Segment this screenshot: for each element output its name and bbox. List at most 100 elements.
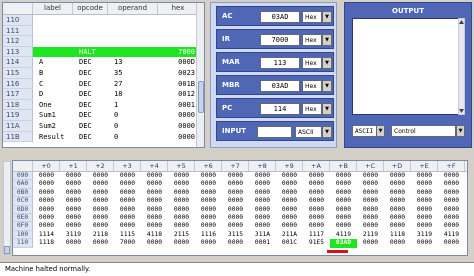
program-row-operand[interactable]: 0 bbox=[108, 110, 158, 121]
memory-cell[interactable]: 0000 bbox=[33, 197, 60, 205]
memory-cell[interactable]: 0000 bbox=[114, 222, 141, 230]
program-row-label[interactable]: A bbox=[33, 57, 73, 68]
program-row-label[interactable] bbox=[33, 26, 73, 37]
memory-cell[interactable]: 0000 bbox=[276, 172, 303, 180]
register-mbr-format-select[interactable]: Hex bbox=[302, 80, 322, 92]
memory-cell[interactable]: 0000 bbox=[411, 214, 438, 222]
memory-cell[interactable]: 0000 bbox=[168, 206, 195, 214]
memory-cell[interactable]: 0000 bbox=[249, 180, 276, 188]
program-row-opcode[interactable] bbox=[73, 26, 108, 37]
memory-cell[interactable]: 0000 bbox=[384, 180, 411, 188]
memory-cell[interactable]: 0000 bbox=[195, 180, 222, 188]
memory-cell[interactable]: 0000 bbox=[411, 239, 438, 247]
program-row[interactable]: 115 B DEC 35 0023 bbox=[3, 67, 199, 79]
memory-cell[interactable]: 0000 bbox=[438, 222, 465, 230]
memory-cell[interactable]: 0000 bbox=[411, 197, 438, 205]
memory-cell[interactable]: 211A bbox=[276, 231, 303, 239]
memory-cell[interactable]: 4118 bbox=[141, 231, 168, 239]
memory-cell[interactable]: 2115 bbox=[168, 231, 195, 239]
memory-cell[interactable]: 0000 bbox=[438, 206, 465, 214]
memory-cell[interactable]: 0000 bbox=[87, 189, 114, 197]
memory-cell[interactable]: 0000 bbox=[141, 197, 168, 205]
memory-cell[interactable]: 0000 bbox=[87, 206, 114, 214]
memory-cell[interactable]: 0000 bbox=[276, 206, 303, 214]
memory-cell[interactable]: 0000 bbox=[330, 172, 357, 180]
memory-cell[interactable]: 0000 bbox=[438, 180, 465, 188]
memory-cell[interactable]: 1115 bbox=[114, 231, 141, 239]
program-header-operand[interactable]: operand bbox=[108, 3, 158, 14]
memory-cell[interactable]: 0000 bbox=[357, 172, 384, 180]
memory-cell[interactable]: 0000 bbox=[168, 180, 195, 188]
program-row[interactable]: 11A Sum2 DEC 0 0000 bbox=[3, 120, 199, 132]
memory-cell[interactable]: 0000 bbox=[276, 197, 303, 205]
memory-cell[interactable]: 0000 bbox=[384, 197, 411, 205]
memory-cell[interactable]: 0000 bbox=[249, 214, 276, 222]
program-row-hex[interactable]: 0023 bbox=[158, 68, 199, 79]
output-control-dropdown-icon[interactable]: ▼ bbox=[456, 125, 465, 137]
memory-cell[interactable]: 0000 bbox=[60, 189, 87, 197]
memory-cell[interactable]: 0000 bbox=[87, 239, 114, 247]
memory-cell[interactable]: 0000 bbox=[141, 222, 168, 230]
memory-cell[interactable]: 0000 bbox=[87, 180, 114, 188]
memory-cell[interactable]: 311A bbox=[249, 231, 276, 239]
program-row-hex[interactable]: 000D bbox=[158, 57, 199, 68]
register-mbr-value[interactable]: 03AD bbox=[260, 80, 300, 92]
memory-cell[interactable]: 0000 bbox=[357, 206, 384, 214]
memory-cell[interactable]: 0000 bbox=[222, 214, 249, 222]
memory-cell[interactable]: 0000 bbox=[330, 222, 357, 230]
program-row-operand[interactable] bbox=[108, 15, 158, 26]
program-row-operand[interactable]: 0 bbox=[108, 132, 158, 143]
memory-cell[interactable]: 0000 bbox=[141, 206, 168, 214]
program-row[interactable]: 116 C DEC 27 001B bbox=[3, 78, 199, 90]
program-row[interactable]: 117 D DEC 18 0012 bbox=[3, 89, 199, 100]
memory-cell[interactable]: 2118 bbox=[87, 231, 114, 239]
output-format-select[interactable]: ASCII bbox=[352, 125, 377, 137]
program-row-hex[interactable]: 7000 bbox=[158, 46, 199, 58]
memory-cell[interactable]: 0000 bbox=[249, 172, 276, 180]
memory-cell[interactable]: 0000 bbox=[195, 189, 222, 197]
memory-cell[interactable]: 0000 bbox=[384, 214, 411, 222]
program-row-operand[interactable]: 0 bbox=[108, 121, 158, 132]
memory-cell[interactable]: 0000 bbox=[276, 189, 303, 197]
memory-cell[interactable]: 001C bbox=[276, 239, 303, 247]
register-input-format-select[interactable]: ASCII bbox=[295, 126, 322, 138]
memory-cell[interactable]: 0000 bbox=[276, 222, 303, 230]
program-row-operand[interactable]: 27 bbox=[108, 79, 158, 90]
register-ac-value[interactable]: 03AD bbox=[260, 11, 300, 23]
program-row-operand[interactable] bbox=[108, 46, 158, 58]
memory-cell[interactable]: 0000 bbox=[168, 189, 195, 197]
memory-cell[interactable]: 0000 bbox=[330, 197, 357, 205]
memory-cell[interactable]: 0000 bbox=[438, 239, 465, 247]
memory-cell[interactable]: 0000 bbox=[303, 197, 330, 205]
program-row[interactable]: 111 bbox=[3, 25, 199, 37]
memory-cell[interactable]: 7000 bbox=[114, 239, 141, 247]
program-row-hex[interactable]: 0012 bbox=[158, 89, 199, 100]
program-row-opcode[interactable]: DEC bbox=[73, 100, 108, 111]
program-row-opcode[interactable]: DEC bbox=[73, 68, 108, 79]
memory-cell[interactable]: 0000 bbox=[33, 206, 60, 214]
memory-cell[interactable]: 0000 bbox=[60, 197, 87, 205]
memory-cell[interactable]: 0000 bbox=[114, 180, 141, 188]
memory-cell[interactable]: 0000 bbox=[141, 172, 168, 180]
memory-cell[interactable]: 4119 bbox=[438, 231, 465, 239]
memory-cell[interactable]: 0000 bbox=[195, 222, 222, 230]
memory-cell[interactable]: 0000 bbox=[303, 180, 330, 188]
memory-cell[interactable]: 3115 bbox=[222, 231, 249, 239]
memory-cell[interactable]: 0000 bbox=[222, 239, 249, 247]
memory-cell[interactable]: 0000 bbox=[141, 239, 168, 247]
chevron-down-icon[interactable]: ▼ bbox=[322, 103, 332, 115]
register-ir-value[interactable]: 7000 bbox=[260, 34, 300, 46]
memory-cell[interactable]: 4119 bbox=[330, 231, 357, 239]
memory-cell[interactable]: 3119 bbox=[60, 231, 87, 239]
memory-cell[interactable]: 0000 bbox=[33, 222, 60, 230]
memory-cell[interactable]: 0000 bbox=[222, 189, 249, 197]
program-row-hex[interactable]: 0000 bbox=[158, 121, 199, 132]
output-format-dropdown-icon[interactable]: ▼ bbox=[376, 125, 385, 137]
program-row-hex[interactable]: 0000 bbox=[158, 132, 199, 143]
program-row-operand[interactable] bbox=[108, 36, 158, 47]
program-row-operand[interactable]: 1 bbox=[108, 100, 158, 111]
program-row-hex[interactable]: 0001 bbox=[158, 100, 199, 111]
program-header-label[interactable]: label bbox=[33, 3, 73, 14]
program-row-opcode[interactable]: HALT bbox=[73, 46, 108, 58]
memory-cell[interactable]: 0000 bbox=[438, 172, 465, 180]
